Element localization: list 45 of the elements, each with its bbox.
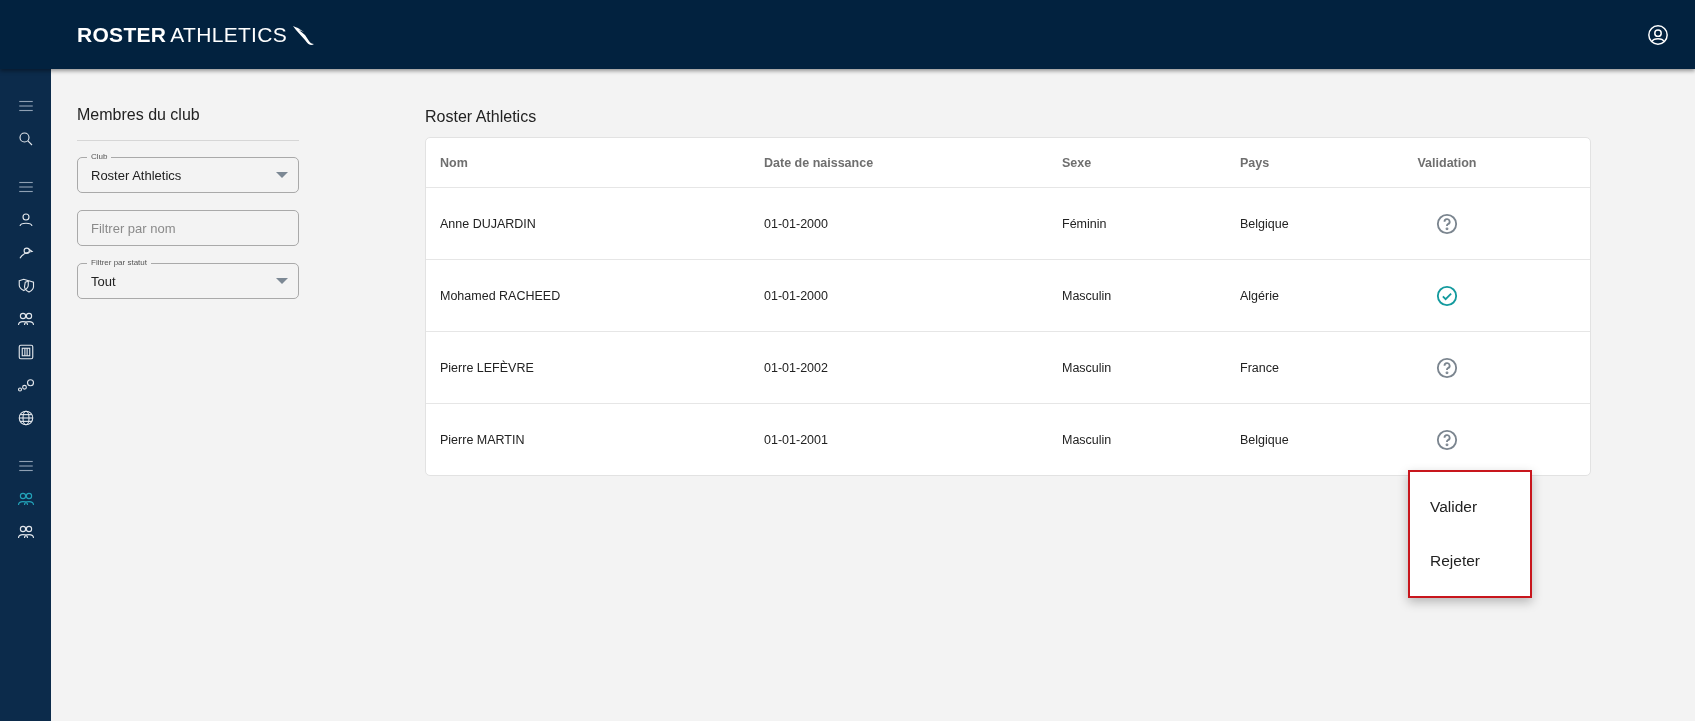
circles-icon[interactable] [16,376,35,394]
table-cell-text: Féminin [1062,216,1108,231]
brand-name-light: ATHLETICS [170,22,287,47]
field-label: Filtrer par statut [87,258,151,268]
check-circle-icon[interactable] [1436,284,1458,307]
people-icon[interactable] [16,490,35,508]
menu-item[interactable]: Rejeter [1410,534,1530,588]
caret-icon [276,278,288,284]
table-cell-text: Belgique [1240,216,1290,231]
column-header: Date de naissance [764,155,875,170]
table-cell-text: Pierre LEFÈVRE [440,360,535,375]
table-cell-text: Masculin [1062,432,1113,447]
globe-icon[interactable] [16,409,35,427]
column-header: Pays [1240,155,1271,170]
table-cell-text: 01-01-2000 [764,216,829,231]
table-cell-text: Mohamed RACHEED [440,288,562,303]
table-cell-text: Masculin [1062,360,1113,375]
field-label: Club [87,152,112,162]
people-icon[interactable] [16,310,35,328]
column-header: Nom [440,155,469,170]
menu-item[interactable]: Valider [1410,480,1530,534]
column-header: Validation [1417,155,1477,170]
column-header: Sexe [1062,155,1093,170]
table-cell-text: 01-01-2000 [764,288,829,303]
table-cell-text: Pierre MARTIN [440,432,526,447]
table-title: Roster Athletics [425,107,538,127]
question-circle-icon[interactable] [1436,428,1458,451]
account-icon[interactable] [1647,23,1669,46]
table-cell-text: Belgique [1240,432,1290,447]
caret-icon [276,172,288,178]
table-cell-text: 01-01-2001 [764,432,829,447]
brand-name-bold: ROSTER [77,22,167,47]
table-cell-text: Algérie [1240,288,1280,303]
table-cell-text: 01-01-2002 [764,360,829,375]
question-circle-icon[interactable] [1436,212,1458,235]
table-cell-text: Anne DUJARDIN [440,216,537,231]
shields-icon[interactable] [16,277,35,295]
panel-title: Membres du club [77,106,299,141]
table-cell-text: Masculin [1062,288,1113,303]
search-icon[interactable] [16,130,35,148]
question-circle-icon[interactable] [1436,356,1458,379]
people-icon[interactable] [16,523,35,541]
grid-panel-icon[interactable] [16,343,35,361]
name-filter-field[interactable]: Filtrer par nom [77,210,299,246]
table-cell-text: France [1240,360,1280,375]
